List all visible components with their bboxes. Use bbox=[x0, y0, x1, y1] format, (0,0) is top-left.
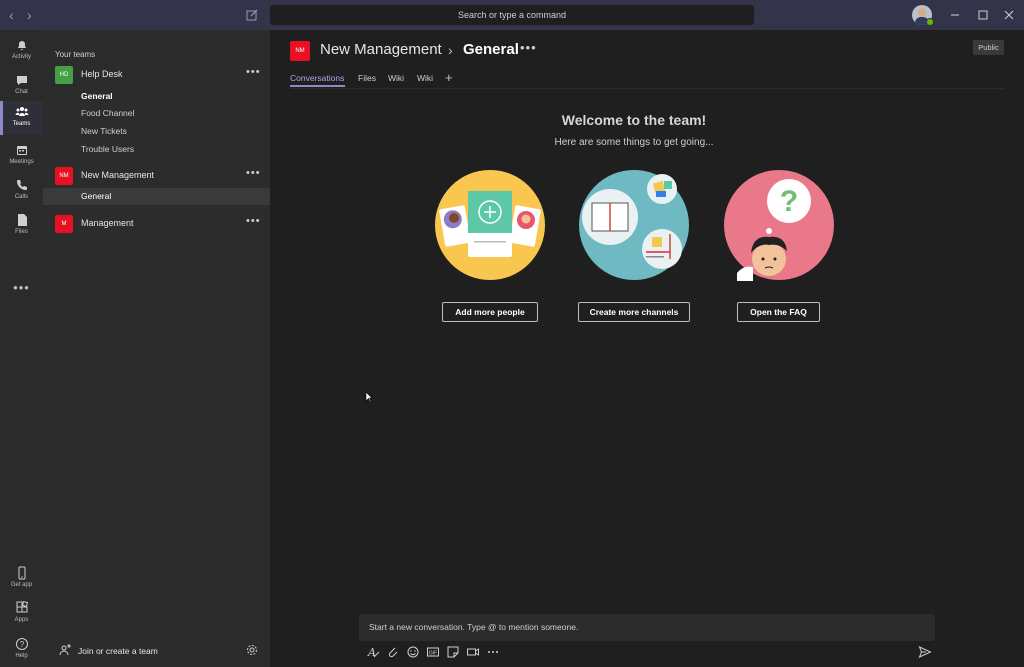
tab-wiki[interactable]: Wiki bbox=[388, 73, 404, 83]
team-tile: NM bbox=[290, 41, 310, 61]
appbar-label: Calls bbox=[14, 194, 29, 200]
add-more-people-button[interactable]: Add more people bbox=[442, 302, 538, 322]
tab-files[interactable]: Files bbox=[358, 73, 376, 83]
channel-item[interactable]: New Tickets bbox=[43, 123, 270, 140]
page-title: General bbox=[463, 41, 519, 58]
sticker-icon[interactable] bbox=[446, 645, 460, 659]
add-tab-icon[interactable]: + bbox=[445, 70, 453, 85]
svg-text:?: ? bbox=[780, 185, 798, 218]
channel-item[interactable]: Food Channel bbox=[43, 105, 270, 122]
teams-icon bbox=[15, 107, 28, 116]
channel-main: NM New Management › General ••• Public C… bbox=[270, 30, 1024, 667]
appbar-get-app[interactable]: Get app bbox=[0, 562, 43, 596]
team-tile: M bbox=[55, 215, 73, 233]
tab-wiki-2[interactable]: Wiki bbox=[417, 73, 433, 83]
create-more-channels-button[interactable]: Create more channels bbox=[578, 302, 690, 322]
svg-text:?: ? bbox=[19, 640, 24, 649]
search-input[interactable]: Search or type a command bbox=[270, 5, 754, 25]
close-icon[interactable] bbox=[1002, 8, 1016, 22]
appbar-meetings[interactable]: Meetings bbox=[0, 139, 43, 173]
send-icon[interactable] bbox=[918, 645, 932, 659]
gif-icon[interactable]: GIF bbox=[426, 645, 440, 659]
more-options-icon[interactable]: ••• bbox=[520, 40, 537, 55]
maximize-icon[interactable] bbox=[976, 8, 990, 22]
appbar-calls[interactable]: Calls bbox=[0, 174, 43, 208]
appbar-apps[interactable]: Apps bbox=[0, 597, 43, 631]
appbar-activity[interactable]: Activity bbox=[0, 34, 43, 68]
welcome-subtitle: Here are some things to get going... bbox=[554, 137, 714, 148]
team-name: New Management bbox=[81, 170, 155, 180]
join-create-team[interactable]: Join or create a team bbox=[43, 638, 270, 664]
chat-icon bbox=[16, 76, 27, 85]
format-icon[interactable]: A bbox=[366, 645, 380, 659]
appbar-label: Apps bbox=[14, 617, 29, 623]
appbar-label: Activity bbox=[11, 54, 31, 60]
teams-panel: Your teams HD Help Desk ••• General Food… bbox=[43, 30, 270, 667]
add-team-icon bbox=[59, 644, 71, 656]
channel-item-selected[interactable]: General bbox=[43, 188, 270, 205]
appbar-label: Get app bbox=[10, 582, 33, 588]
appbar-help[interactable]: ? Help bbox=[0, 633, 43, 667]
gear-icon[interactable] bbox=[245, 643, 259, 657]
bell-icon bbox=[17, 41, 26, 50]
team-tile: NM bbox=[55, 167, 73, 185]
channel-item[interactable]: General bbox=[43, 88, 270, 105]
appbar-label: Help bbox=[15, 653, 28, 659]
team-help-desk[interactable]: HD Help Desk ••• bbox=[43, 64, 270, 86]
file-icon bbox=[17, 214, 27, 226]
meet-now-icon[interactable] bbox=[466, 645, 480, 659]
appbar-label: Chat bbox=[15, 89, 28, 95]
help-icon: ? bbox=[15, 638, 28, 650]
faq-illustration: ? bbox=[724, 170, 834, 281]
open-faq-button[interactable]: Open the FAQ bbox=[737, 302, 820, 322]
your-teams-heading: Your teams bbox=[55, 50, 96, 59]
calendar-icon bbox=[16, 146, 27, 155]
more-options-icon[interactable]: ••• bbox=[246, 66, 261, 78]
minimize-icon[interactable] bbox=[948, 8, 962, 22]
compose-input[interactable]: Start a new conversation. Type @ to ment… bbox=[359, 614, 935, 641]
breadcrumb-team[interactable]: New Management bbox=[320, 41, 442, 58]
divider bbox=[290, 88, 1005, 89]
more-apps-icon[interactable]: ••• bbox=[0, 280, 43, 295]
team-management[interactable]: M Management ••• bbox=[43, 213, 270, 235]
appbar-chat[interactable]: Chat bbox=[0, 69, 43, 103]
svg-text:GIF: GIF bbox=[429, 651, 437, 657]
title-bar: ‹ › Search or type a command bbox=[0, 0, 1024, 30]
appbar-label: Teams bbox=[12, 121, 31, 127]
appbar-label: Meetings bbox=[9, 159, 34, 165]
join-label: Join or create a team bbox=[78, 646, 158, 656]
apps-icon bbox=[16, 601, 28, 613]
phone-icon bbox=[16, 180, 27, 190]
mouse-cursor-icon bbox=[365, 391, 373, 403]
presence-badge bbox=[926, 18, 934, 26]
appbar-teams[interactable]: Teams bbox=[0, 101, 43, 135]
attach-icon[interactable] bbox=[386, 645, 400, 659]
tab-conversations[interactable]: Conversations bbox=[290, 73, 344, 83]
appbar-files[interactable]: Files bbox=[0, 209, 43, 243]
app-bar: Activity Chat Teams Meetings Calls Files… bbox=[0, 30, 43, 667]
mobile-icon bbox=[18, 566, 25, 580]
appbar-label: Files bbox=[15, 229, 28, 235]
team-name: Help Desk bbox=[81, 69, 123, 79]
more-options-icon[interactable]: ••• bbox=[246, 167, 261, 179]
team-new-management[interactable]: NM New Management ••• bbox=[43, 165, 270, 187]
more-options-icon[interactable]: ••• bbox=[246, 215, 261, 227]
back-icon[interactable]: ‹ bbox=[9, 7, 14, 23]
tab-underline bbox=[290, 85, 345, 87]
emoji-icon[interactable] bbox=[406, 645, 420, 659]
chevron-right-icon: › bbox=[448, 42, 453, 58]
welcome-title: Welcome to the team! bbox=[561, 112, 707, 128]
channel-item[interactable]: Trouble Users bbox=[43, 141, 270, 158]
team-tile: HD bbox=[55, 66, 73, 84]
create-channels-illustration bbox=[579, 170, 689, 280]
more-options-icon[interactable] bbox=[486, 645, 500, 659]
compose-icon[interactable] bbox=[245, 8, 259, 22]
status-badge: Public bbox=[973, 40, 1004, 55]
teams-app: ‹ › Search or type a command Activity Ch… bbox=[0, 0, 1024, 667]
team-name: Management bbox=[81, 218, 134, 228]
add-people-illustration bbox=[435, 170, 545, 280]
forward-icon[interactable]: › bbox=[27, 7, 32, 23]
